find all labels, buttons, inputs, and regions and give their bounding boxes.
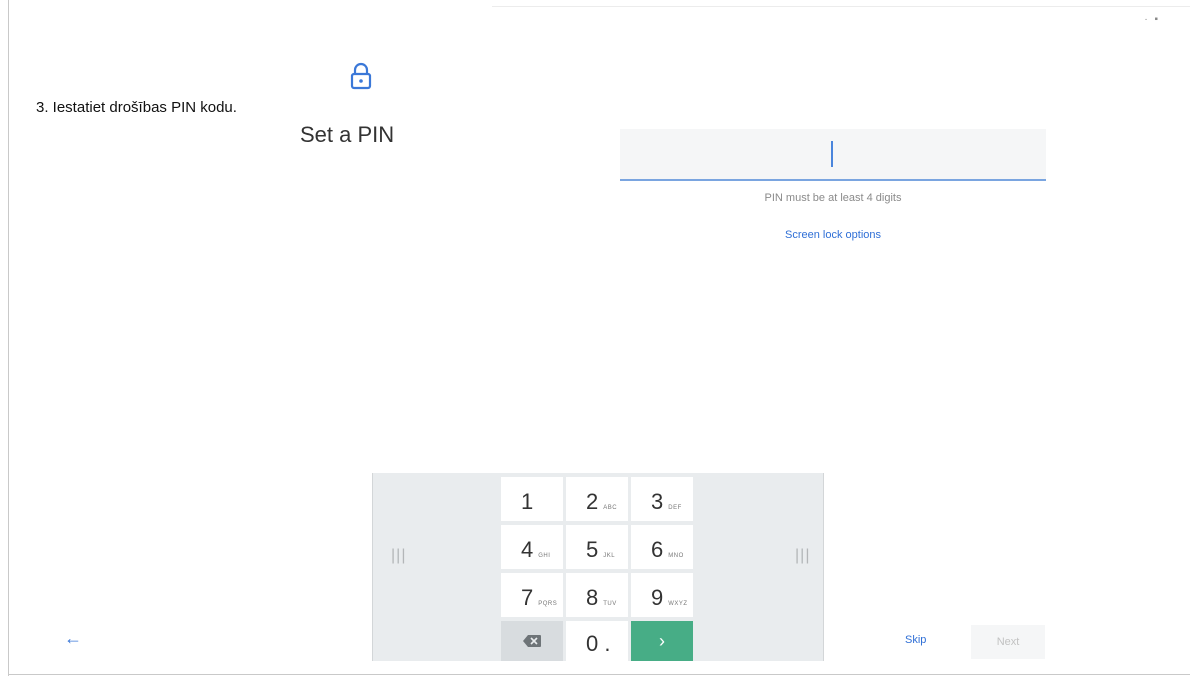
delete-key[interactable] <box>501 621 563 661</box>
key-0[interactable]: 0 . <box>566 621 628 661</box>
key-5[interactable]: 5 JKL <box>566 525 628 569</box>
status-indicators: · ▪ <box>1144 14 1160 25</box>
lock-icon <box>350 62 372 90</box>
backspace-icon <box>523 635 541 647</box>
pin-hint: PIN must be at least 4 digits <box>764 192 902 204</box>
key-digit: 4 <box>521 537 534 562</box>
key-6[interactable]: 6 MNO <box>631 525 693 569</box>
key-letters: PQRS <box>538 601 558 607</box>
key-letters: MNO <box>668 553 684 559</box>
key-letters: JKL <box>603 553 616 559</box>
key-letters: DEF <box>668 505 682 511</box>
text-cursor <box>831 141 833 167</box>
page-title: Set a PIN <box>300 122 395 147</box>
next-button[interactable]: Next <box>971 625 1045 659</box>
key-8[interactable]: 8 TUV <box>566 573 628 617</box>
key-digit: 3 <box>651 489 664 514</box>
key-2[interactable]: 2 ABC <box>566 477 628 521</box>
enter-key[interactable]: › <box>631 621 693 661</box>
key-4[interactable]: 4 GHI <box>501 525 563 569</box>
key-3[interactable]: 3 DEF <box>631 477 693 521</box>
key-digit: 2 <box>586 489 599 514</box>
key-letters: WXYZ <box>668 601 688 607</box>
key-1[interactable]: 1 <box>501 477 563 521</box>
frame-border-left <box>8 0 9 676</box>
frame-border-bottom <box>8 674 1190 675</box>
key-digit: 0 . <box>586 631 611 656</box>
step-caption: 3. Iestatiet drošības PIN kodu. <box>36 99 237 116</box>
key-digit: 7 <box>521 585 534 610</box>
chevron-right-icon: › <box>659 630 665 651</box>
key-letters: ABC <box>603 505 618 511</box>
key-digit: 8 <box>586 585 599 610</box>
arrow-left-icon: ← <box>64 628 82 648</box>
numeric-keyboard: ||| ||| 1 2 ABC 3 DEF 4 GHI 5 JKL 6 MNO … <box>372 473 824 661</box>
key-digit: 1 <box>521 489 534 514</box>
back-button[interactable]: ← <box>64 628 82 649</box>
key-9[interactable]: 9 WXYZ <box>631 573 693 617</box>
pin-input[interactable] <box>620 129 1046 181</box>
keyboard-grip-left[interactable]: ||| <box>391 547 406 565</box>
key-digit: 9 <box>651 585 664 610</box>
top-divider <box>492 6 1190 7</box>
keyboard-grip-right[interactable]: ||| <box>795 547 810 565</box>
key-letters: GHI <box>538 553 551 559</box>
screen-lock-options-link[interactable]: Screen lock options <box>620 229 1046 241</box>
key-letters: TUV <box>603 601 617 607</box>
key-digit: 5 <box>586 537 599 562</box>
key-digit: 6 <box>651 537 664 562</box>
skip-button[interactable]: Skip <box>905 634 926 646</box>
key-7[interactable]: 7 PQRS <box>501 573 563 617</box>
